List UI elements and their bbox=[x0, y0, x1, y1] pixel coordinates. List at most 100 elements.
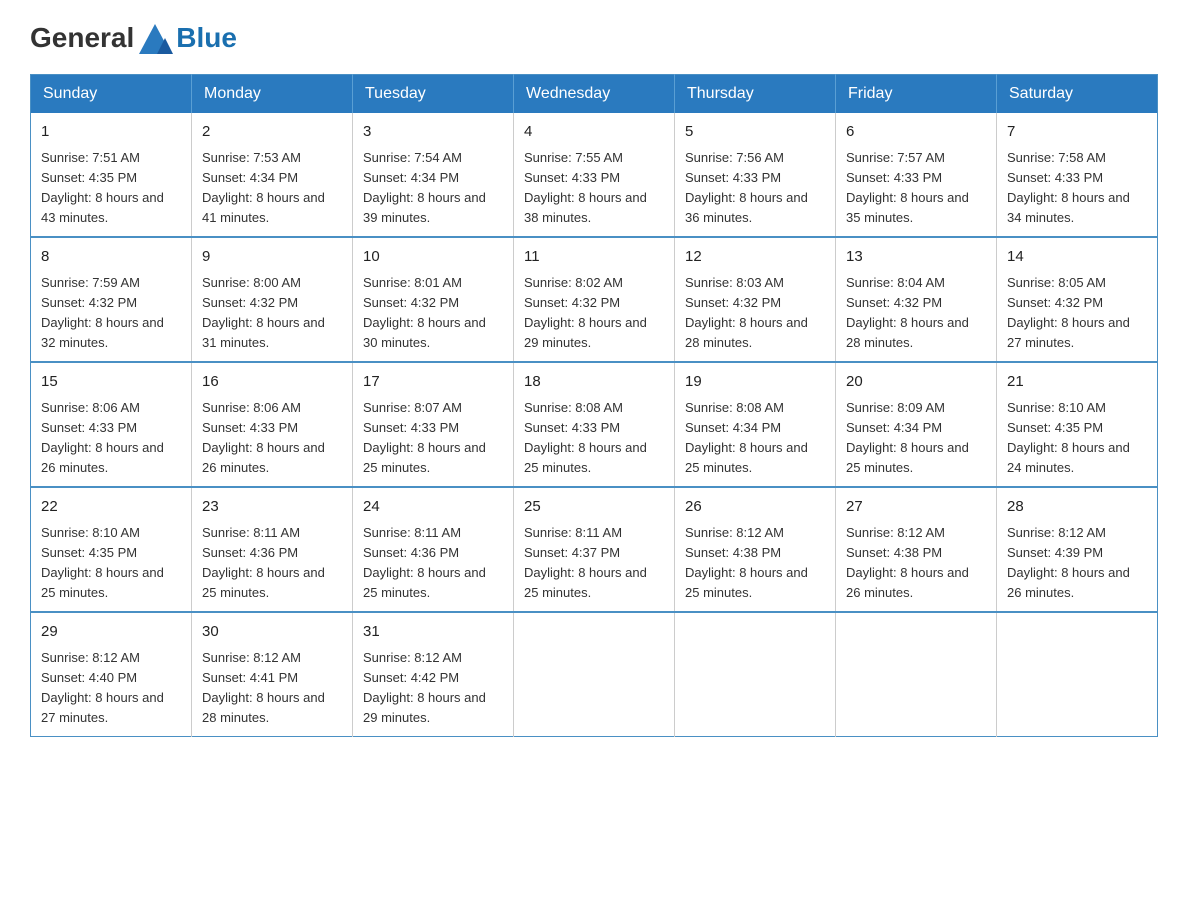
daylight-label: Daylight: 8 hours and 28 minutes. bbox=[202, 690, 325, 725]
daylight-label: Daylight: 8 hours and 28 minutes. bbox=[846, 315, 969, 350]
calendar-header-monday: Monday bbox=[192, 75, 353, 114]
sunset-label: Sunset: 4:36 PM bbox=[363, 545, 459, 560]
day-info: Sunrise: 8:08 AM Sunset: 4:34 PM Dayligh… bbox=[685, 398, 825, 479]
calendar-cell: 7 Sunrise: 7:58 AM Sunset: 4:33 PM Dayli… bbox=[997, 113, 1158, 237]
calendar-cell: 31 Sunrise: 8:12 AM Sunset: 4:42 PM Dayl… bbox=[353, 612, 514, 737]
calendar-week-row: 22 Sunrise: 8:10 AM Sunset: 4:35 PM Dayl… bbox=[31, 487, 1158, 612]
calendar-cell: 6 Sunrise: 7:57 AM Sunset: 4:33 PM Dayli… bbox=[836, 113, 997, 237]
calendar-cell: 24 Sunrise: 8:11 AM Sunset: 4:36 PM Dayl… bbox=[353, 487, 514, 612]
day-number: 30 bbox=[202, 621, 342, 644]
day-number: 21 bbox=[1007, 371, 1147, 394]
day-info: Sunrise: 8:05 AM Sunset: 4:32 PM Dayligh… bbox=[1007, 273, 1147, 354]
sunrise-label: Sunrise: 8:12 AM bbox=[363, 650, 462, 665]
daylight-label: Daylight: 8 hours and 25 minutes. bbox=[524, 565, 647, 600]
day-number: 1 bbox=[41, 121, 181, 144]
calendar-cell: 27 Sunrise: 8:12 AM Sunset: 4:38 PM Dayl… bbox=[836, 487, 997, 612]
daylight-label: Daylight: 8 hours and 25 minutes. bbox=[685, 565, 808, 600]
sunset-label: Sunset: 4:33 PM bbox=[524, 420, 620, 435]
sunrise-label: Sunrise: 8:12 AM bbox=[202, 650, 301, 665]
daylight-label: Daylight: 8 hours and 43 minutes. bbox=[41, 190, 164, 225]
sunrise-label: Sunrise: 8:02 AM bbox=[524, 275, 623, 290]
sunrise-label: Sunrise: 7:51 AM bbox=[41, 150, 140, 165]
day-number: 23 bbox=[202, 496, 342, 519]
day-info: Sunrise: 8:12 AM Sunset: 4:38 PM Dayligh… bbox=[685, 523, 825, 604]
day-number: 14 bbox=[1007, 246, 1147, 269]
calendar-cell bbox=[836, 612, 997, 737]
calendar-cell: 20 Sunrise: 8:09 AM Sunset: 4:34 PM Dayl… bbox=[836, 362, 997, 487]
daylight-label: Daylight: 8 hours and 31 minutes. bbox=[202, 315, 325, 350]
sunrise-label: Sunrise: 8:08 AM bbox=[524, 400, 623, 415]
daylight-label: Daylight: 8 hours and 39 minutes. bbox=[363, 190, 486, 225]
day-info: Sunrise: 7:57 AM Sunset: 4:33 PM Dayligh… bbox=[846, 148, 986, 229]
sunset-label: Sunset: 4:38 PM bbox=[846, 545, 942, 560]
sunrise-label: Sunrise: 8:11 AM bbox=[202, 525, 300, 540]
calendar-cell: 8 Sunrise: 7:59 AM Sunset: 4:32 PM Dayli… bbox=[31, 237, 192, 362]
calendar-week-row: 15 Sunrise: 8:06 AM Sunset: 4:33 PM Dayl… bbox=[31, 362, 1158, 487]
sunrise-label: Sunrise: 8:08 AM bbox=[685, 400, 784, 415]
sunset-label: Sunset: 4:34 PM bbox=[846, 420, 942, 435]
sunrise-label: Sunrise: 8:04 AM bbox=[846, 275, 945, 290]
calendar-header-thursday: Thursday bbox=[675, 75, 836, 114]
logo-text-general: General bbox=[30, 22, 134, 54]
calendar-cell bbox=[675, 612, 836, 737]
daylight-label: Daylight: 8 hours and 26 minutes. bbox=[202, 440, 325, 475]
daylight-label: Daylight: 8 hours and 36 minutes. bbox=[685, 190, 808, 225]
sunrise-label: Sunrise: 8:12 AM bbox=[846, 525, 945, 540]
sunrise-label: Sunrise: 8:03 AM bbox=[685, 275, 784, 290]
day-number: 8 bbox=[41, 246, 181, 269]
day-info: Sunrise: 8:06 AM Sunset: 4:33 PM Dayligh… bbox=[202, 398, 342, 479]
day-number: 26 bbox=[685, 496, 825, 519]
sunset-label: Sunset: 4:33 PM bbox=[524, 170, 620, 185]
day-info: Sunrise: 7:51 AM Sunset: 4:35 PM Dayligh… bbox=[41, 148, 181, 229]
day-info: Sunrise: 8:12 AM Sunset: 4:39 PM Dayligh… bbox=[1007, 523, 1147, 604]
sunrise-label: Sunrise: 8:01 AM bbox=[363, 275, 462, 290]
calendar-table: SundayMondayTuesdayWednesdayThursdayFrid… bbox=[30, 74, 1158, 737]
sunrise-label: Sunrise: 7:54 AM bbox=[363, 150, 462, 165]
sunset-label: Sunset: 4:33 PM bbox=[1007, 170, 1103, 185]
day-number: 11 bbox=[524, 246, 664, 269]
sunset-label: Sunset: 4:35 PM bbox=[41, 170, 137, 185]
sunset-label: Sunset: 4:32 PM bbox=[846, 295, 942, 310]
sunrise-label: Sunrise: 7:59 AM bbox=[41, 275, 140, 290]
sunset-label: Sunset: 4:33 PM bbox=[202, 420, 298, 435]
calendar-cell: 22 Sunrise: 8:10 AM Sunset: 4:35 PM Dayl… bbox=[31, 487, 192, 612]
day-info: Sunrise: 8:01 AM Sunset: 4:32 PM Dayligh… bbox=[363, 273, 503, 354]
day-info: Sunrise: 8:03 AM Sunset: 4:32 PM Dayligh… bbox=[685, 273, 825, 354]
day-info: Sunrise: 8:08 AM Sunset: 4:33 PM Dayligh… bbox=[524, 398, 664, 479]
calendar-header-sunday: Sunday bbox=[31, 75, 192, 114]
day-info: Sunrise: 8:11 AM Sunset: 4:37 PM Dayligh… bbox=[524, 523, 664, 604]
sunset-label: Sunset: 4:39 PM bbox=[1007, 545, 1103, 560]
day-number: 7 bbox=[1007, 121, 1147, 144]
day-number: 16 bbox=[202, 371, 342, 394]
day-info: Sunrise: 8:11 AM Sunset: 4:36 PM Dayligh… bbox=[363, 523, 503, 604]
sunrise-label: Sunrise: 8:05 AM bbox=[1007, 275, 1106, 290]
day-number: 31 bbox=[363, 621, 503, 644]
day-number: 13 bbox=[846, 246, 986, 269]
calendar-cell: 16 Sunrise: 8:06 AM Sunset: 4:33 PM Dayl… bbox=[192, 362, 353, 487]
sunset-label: Sunset: 4:32 PM bbox=[202, 295, 298, 310]
sunset-label: Sunset: 4:32 PM bbox=[363, 295, 459, 310]
day-number: 24 bbox=[363, 496, 503, 519]
calendar-week-row: 1 Sunrise: 7:51 AM Sunset: 4:35 PM Dayli… bbox=[31, 113, 1158, 237]
daylight-label: Daylight: 8 hours and 27 minutes. bbox=[1007, 315, 1130, 350]
calendar-cell: 14 Sunrise: 8:05 AM Sunset: 4:32 PM Dayl… bbox=[997, 237, 1158, 362]
day-info: Sunrise: 8:04 AM Sunset: 4:32 PM Dayligh… bbox=[846, 273, 986, 354]
sunset-label: Sunset: 4:35 PM bbox=[41, 545, 137, 560]
calendar-week-row: 8 Sunrise: 7:59 AM Sunset: 4:32 PM Dayli… bbox=[31, 237, 1158, 362]
calendar-cell: 11 Sunrise: 8:02 AM Sunset: 4:32 PM Dayl… bbox=[514, 237, 675, 362]
daylight-label: Daylight: 8 hours and 25 minutes. bbox=[524, 440, 647, 475]
calendar-header-tuesday: Tuesday bbox=[353, 75, 514, 114]
daylight-label: Daylight: 8 hours and 25 minutes. bbox=[202, 565, 325, 600]
sunset-label: Sunset: 4:37 PM bbox=[524, 545, 620, 560]
calendar-cell: 15 Sunrise: 8:06 AM Sunset: 4:33 PM Dayl… bbox=[31, 362, 192, 487]
daylight-label: Daylight: 8 hours and 28 minutes. bbox=[685, 315, 808, 350]
day-number: 29 bbox=[41, 621, 181, 644]
day-info: Sunrise: 8:12 AM Sunset: 4:38 PM Dayligh… bbox=[846, 523, 986, 604]
logo: General Blue bbox=[30, 20, 237, 56]
calendar-header-wednesday: Wednesday bbox=[514, 75, 675, 114]
daylight-label: Daylight: 8 hours and 26 minutes. bbox=[1007, 565, 1130, 600]
day-number: 6 bbox=[846, 121, 986, 144]
daylight-label: Daylight: 8 hours and 34 minutes. bbox=[1007, 190, 1130, 225]
daylight-label: Daylight: 8 hours and 32 minutes. bbox=[41, 315, 164, 350]
sunset-label: Sunset: 4:40 PM bbox=[41, 670, 137, 685]
